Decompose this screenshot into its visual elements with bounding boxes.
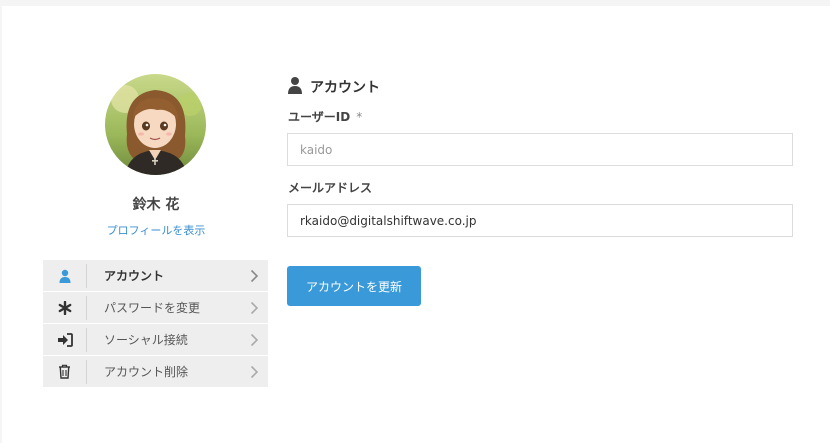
sign-in-icon	[43, 324, 86, 355]
trash-icon	[43, 356, 86, 387]
menu-item-account[interactable]: アカウント	[43, 260, 268, 291]
menu-item-label: アカウント	[104, 269, 165, 283]
view-profile-link[interactable]: プロフィールを表示	[0, 222, 312, 238]
asterisk-icon	[43, 292, 86, 323]
menu-item-label: パスワードを変更	[104, 301, 201, 315]
chevron-right-icon	[250, 365, 268, 379]
user-id-input[interactable]	[287, 133, 793, 166]
menu-divider	[86, 359, 87, 384]
chevron-right-icon	[250, 333, 268, 347]
user-id-label: ユーザーID *	[288, 108, 362, 125]
chevron-right-icon	[250, 301, 268, 315]
menu-item-change-password[interactable]: パスワードを変更	[43, 292, 268, 323]
menu-divider	[86, 295, 87, 320]
email-label: メールアドレス	[288, 181, 373, 195]
section-title-text: アカウント	[310, 80, 380, 96]
menu-item-social-connections[interactable]: ソーシャル接続	[43, 324, 268, 355]
required-mark: *	[356, 110, 363, 124]
menu-item-label: ソーシャル接続	[104, 333, 188, 347]
menu-divider	[86, 263, 87, 288]
menu-item-delete-account[interactable]: アカウント削除	[43, 356, 268, 387]
email-input[interactable]	[287, 204, 793, 237]
menu-divider	[86, 327, 87, 352]
section-title: アカウント	[287, 76, 380, 98]
menu-item-label: アカウント削除	[104, 365, 189, 379]
account-menu: アカウント パスワードを変更 ソーシャル接続 アカウント削除	[43, 260, 268, 388]
user-avatar	[105, 74, 206, 175]
chevron-right-icon	[250, 269, 268, 283]
user-id-label-text: ユーザーID	[288, 110, 351, 124]
user-icon	[287, 76, 303, 98]
update-account-button[interactable]: アカウントを更新	[287, 266, 421, 306]
user-display-name: 鈴木 花	[132, 197, 180, 213]
user-icon	[43, 260, 86, 291]
